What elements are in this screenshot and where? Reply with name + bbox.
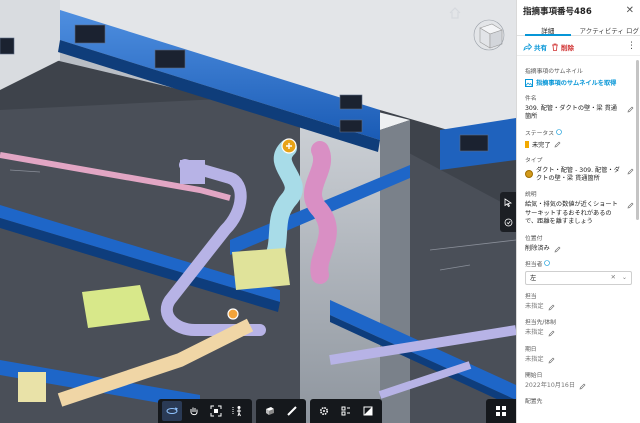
chevron-down-icon[interactable]: ⌄ xyxy=(622,274,627,281)
fit-to-view-icon[interactable] xyxy=(206,401,226,421)
bim-model-scene[interactable] xyxy=(0,0,516,423)
settings-tools xyxy=(310,399,382,423)
assigned-to-value: 左 xyxy=(530,275,537,283)
status-value: 未完了 xyxy=(532,141,551,149)
first-person-icon[interactable] xyxy=(228,401,248,421)
field-status: ステータス 未完了 xyxy=(525,128,634,149)
grid-view-icon[interactable] xyxy=(486,399,516,423)
close-icon[interactable]: ✕ xyxy=(626,6,634,16)
panel-body: 指摘事項のサムネイル 指摘事項のサムネイルを取得 件名 309. 配管・ダクトの… xyxy=(517,56,640,405)
field-label: 開始日 xyxy=(525,372,543,379)
pencil-icon[interactable] xyxy=(554,246,561,253)
field-assignee-company: 担当先/体制 未指定 xyxy=(525,317,634,337)
pencil-icon[interactable] xyxy=(554,141,561,148)
pan-icon[interactable] xyxy=(184,401,204,421)
placement-value: 削除済み xyxy=(525,244,550,252)
pencil-icon[interactable] xyxy=(579,383,586,390)
model-viewport[interactable] xyxy=(0,0,516,423)
navigation-tools xyxy=(158,399,252,423)
field-label: 位置付 xyxy=(525,235,543,242)
field-label: タイプ xyxy=(525,157,543,164)
type-value: ダクト・配管 - 309. 配管・ダクトの壁・梁 貫通箇所 xyxy=(536,166,620,183)
field-label: 担当者 xyxy=(525,261,543,268)
assigned-to-select[interactable]: 左 ✕ ⌄ xyxy=(525,270,632,285)
viewcube-icon[interactable] xyxy=(472,18,506,52)
info-icon[interactable] xyxy=(544,260,551,267)
status-color-icon xyxy=(525,140,529,148)
clear-icon[interactable]: ✕ xyxy=(611,274,616,281)
field-label: 配置先 xyxy=(525,399,543,406)
field-label: 担当先/体制 xyxy=(525,320,556,327)
status-selector[interactable]: 未完了 xyxy=(525,140,634,149)
field-label: 指摘事項のサムネイル xyxy=(525,69,583,75)
field-title: 件名 309. 配管・ダクトの壁・梁 貫通箇所 xyxy=(525,93,634,122)
panel-tabs: 詳細 アクティビティ ログ xyxy=(517,22,640,36)
description-value: 給気・排気の数値が近くショートサーキットするおそれがあるので、距離を離すましょう xyxy=(525,201,618,226)
start-date-value: 2022年10月16日 xyxy=(525,381,576,389)
cursor-icon[interactable] xyxy=(500,192,516,212)
title-value: 309. 配管・ダクトの壁・梁 貫通箇所 xyxy=(525,105,617,121)
panel-scrollbar[interactable] xyxy=(636,60,639,220)
markup-icon[interactable] xyxy=(500,212,516,232)
share-label: 共有 xyxy=(534,43,547,52)
field-assignee: 担当 未指定 xyxy=(525,291,634,311)
field-start-date: 開始日 2022年10月16日 xyxy=(525,370,634,390)
thumbnail-link-label: 指摘事項のサムネイルを取得 xyxy=(536,80,617,87)
orbit-icon[interactable] xyxy=(162,401,182,421)
measure-icon[interactable] xyxy=(282,401,302,421)
model-browser-icon[interactable] xyxy=(336,401,356,421)
settings-icon[interactable] xyxy=(314,401,334,421)
pencil-icon[interactable] xyxy=(627,106,634,113)
more-vertical-icon[interactable]: ⋮ xyxy=(627,42,636,51)
panel-actions: 共有 削除 ⋮ xyxy=(517,36,640,56)
field-location: 配置先 xyxy=(525,396,634,405)
pencil-icon[interactable] xyxy=(548,330,555,337)
point-marker-icon[interactable] xyxy=(227,308,239,320)
field-label: 説明 xyxy=(525,192,537,199)
share-button[interactable]: 共有 xyxy=(523,42,547,52)
tab-activity-log[interactable]: アクティビティ ログ xyxy=(579,22,640,35)
field-label: 期日 xyxy=(525,346,537,353)
pencil-icon[interactable] xyxy=(548,304,555,311)
bottom-toolbar xyxy=(158,399,382,423)
home-icon[interactable] xyxy=(448,6,462,20)
pencil-icon[interactable] xyxy=(548,357,555,364)
trash-icon xyxy=(552,43,558,51)
pencil-icon[interactable] xyxy=(627,168,634,175)
field-placement: 位置付 削除済み xyxy=(525,233,634,253)
image-icon xyxy=(525,78,533,87)
info-icon[interactable] xyxy=(556,129,562,136)
field-thumbnail: 指摘事項のサムネイル 指摘事項のサムネイルを取得 xyxy=(525,66,634,87)
analysis-tools xyxy=(256,399,306,423)
delete-label: 削除 xyxy=(561,43,574,52)
issue-detail-panel: 指摘事項番号486 ✕ 詳細 アクティビティ ログ 共有 削除 ⋮ 指摘事項のサ… xyxy=(516,0,640,423)
field-label: 担当 xyxy=(525,293,537,300)
share-icon xyxy=(523,42,532,51)
assignee-value: 未指定 xyxy=(525,302,544,310)
section-box-icon[interactable] xyxy=(260,401,280,421)
assignee-company-value: 未指定 xyxy=(525,329,544,337)
pencil-icon[interactable] xyxy=(627,202,634,209)
properties-icon[interactable] xyxy=(358,401,378,421)
field-label: 件名 xyxy=(525,96,537,102)
due-date-value: 未指定 xyxy=(525,355,544,363)
side-toolbar xyxy=(500,192,516,232)
get-thumbnail-link[interactable]: 指摘事項のサムネイルを取得 xyxy=(525,78,634,87)
panel-title: 指摘事項番号486 xyxy=(523,7,592,17)
delete-button[interactable]: 削除 xyxy=(551,42,574,52)
field-description: 説明 給気・排気の数値が近くショートサーキットするおそれがあるので、距離を離すま… xyxy=(525,189,634,226)
field-due-date: 期日 未指定 xyxy=(525,344,634,364)
field-label: ステータス xyxy=(525,130,554,137)
field-type: タイプ ダクト・配管 - 309. 配管・ダクトの壁・梁 貫通箇所 xyxy=(525,155,634,184)
field-assigned-to: 担当者 左 ✕ ⌄ xyxy=(525,259,634,285)
tab-details[interactable]: 詳細 xyxy=(517,22,579,36)
issue-type-icon xyxy=(525,169,533,178)
panel-header: 指摘事項番号486 ✕ xyxy=(517,0,640,22)
